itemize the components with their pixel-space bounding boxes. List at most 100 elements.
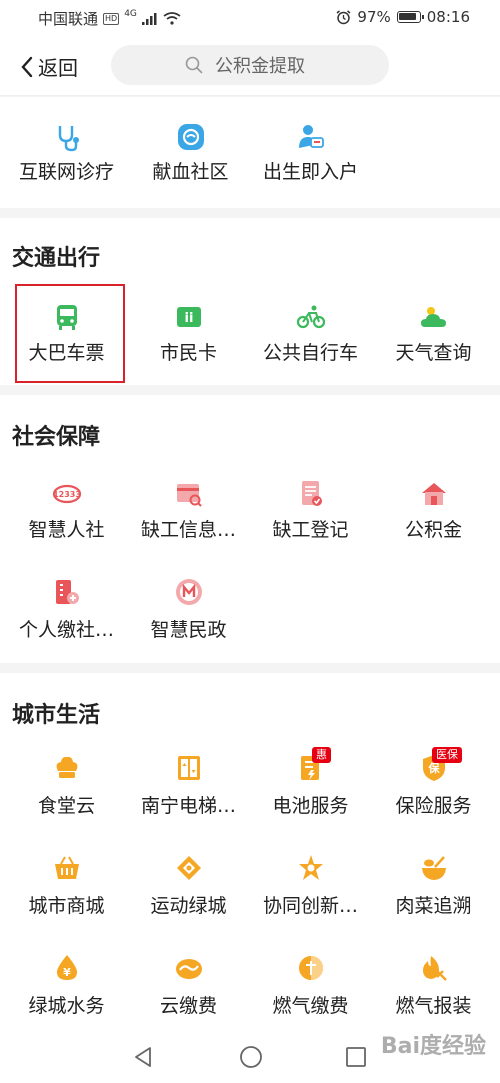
canteen-icon bbox=[56, 756, 77, 778]
citizen-card-icon: ii bbox=[176, 307, 201, 327]
network-type: 4G bbox=[124, 8, 137, 19]
service-item-citizen-card[interactable]: ii 市民卡 bbox=[126, 284, 251, 384]
nav-home-icon[interactable] bbox=[239, 1045, 263, 1069]
search-input[interactable]: 公积金提取 bbox=[111, 45, 389, 85]
bicycle-icon bbox=[296, 305, 325, 329]
cloud-payment-icon bbox=[175, 959, 202, 979]
service-label: 出生即入户 bbox=[262, 161, 358, 183]
city-section: 城市生活 食堂云 南宁电梯… 电池服务 惠 保 保险服务 医保 城市商城 运动绿… bbox=[0, 673, 500, 1034]
back-button[interactable]: 返回 bbox=[20, 52, 78, 81]
service-label: 电池服务 bbox=[272, 795, 349, 817]
sports-icon bbox=[176, 856, 201, 880]
civil-affairs-icon bbox=[175, 579, 202, 605]
service-label: 保险服务 bbox=[395, 795, 472, 817]
signal-icon bbox=[141, 12, 157, 25]
svg-text:¥: ¥ bbox=[63, 966, 71, 979]
service-item-housing-fund[interactable]: 公积金 bbox=[371, 465, 496, 565]
service-item-elevator[interactable]: 南宁电梯… bbox=[126, 743, 251, 843]
elevator-icon bbox=[177, 756, 200, 780]
service-item-city-mall[interactable]: 城市商城 bbox=[4, 843, 129, 943]
watermark: Bai度经验 bbox=[380, 1034, 486, 1059]
highlight-box bbox=[15, 284, 125, 383]
service-item-job-info[interactable]: 缺工信息… bbox=[126, 465, 251, 565]
carrier-label: 中国联通 bbox=[38, 10, 99, 28]
service-label: 缺工信息… bbox=[140, 519, 236, 541]
battery-percent: 97% bbox=[357, 8, 391, 26]
service-item-internet-clinic[interactable]: 互联网诊疗 bbox=[4, 97, 129, 197]
service-item-insurance[interactable]: 保 保险服务 医保 bbox=[371, 743, 496, 843]
job-info-icon bbox=[176, 484, 202, 507]
service-label: 协同创新… bbox=[262, 895, 358, 917]
service-item-weather[interactable]: 天气查询 bbox=[371, 284, 496, 384]
clock: 08:16 bbox=[426, 8, 470, 26]
service-item-innovation[interactable]: 协同创新… bbox=[248, 843, 373, 943]
section-title: 交通出行 bbox=[12, 246, 101, 271]
gas-install-icon bbox=[422, 956, 447, 981]
weather-icon bbox=[420, 307, 446, 327]
water-icon: ¥ bbox=[56, 955, 77, 980]
service-item-personal-insurance[interactable]: 个人缴社… bbox=[4, 565, 129, 665]
service-item-battery-service[interactable]: 电池服务 惠 bbox=[248, 743, 373, 843]
service-label: 运动绿城 bbox=[150, 895, 227, 917]
service-item-civil-affairs[interactable]: 智慧民政 bbox=[126, 565, 251, 665]
service-label: 食堂云 bbox=[37, 795, 95, 817]
service-item-food-trace[interactable]: 肉菜追溯 bbox=[371, 843, 496, 943]
status-left: 中国联通 HD 4G bbox=[38, 8, 181, 29]
wifi-icon bbox=[163, 12, 181, 25]
innovation-icon bbox=[298, 855, 323, 880]
svg-text:12333: 12333 bbox=[53, 490, 81, 499]
service-item-public-bicycle[interactable]: 公共自行车 bbox=[248, 284, 373, 384]
battery-icon bbox=[396, 11, 424, 23]
service-label: 个人缴社… bbox=[18, 619, 114, 641]
service-label: 公共自行车 bbox=[262, 342, 358, 364]
service-label: 城市商城 bbox=[28, 895, 105, 917]
service-label: 缺工登记 bbox=[272, 519, 349, 541]
service-item-newborn[interactable]: 出生即入户 bbox=[248, 97, 373, 197]
social-section: 社会保障 12333 智慧人社 缺工信息… 缺工登记 公积金 个人缴社… 智慧民… bbox=[0, 395, 500, 663]
service-item-water[interactable]: ¥ 绿城水务 bbox=[4, 943, 129, 1043]
service-label: 公积金 bbox=[404, 519, 462, 541]
job-register-icon bbox=[301, 481, 322, 506]
service-item-gas-payment[interactable]: 燃气缴费 bbox=[248, 943, 373, 1043]
header: 返回 公积金提取 bbox=[0, 34, 500, 96]
svg-text:保: 保 bbox=[427, 761, 440, 775]
service-label: 燃气缴费 bbox=[272, 995, 349, 1017]
service-item-blood-donation[interactable]: 献血社区 bbox=[128, 97, 253, 197]
gas-payment-icon bbox=[298, 956, 323, 980]
food-trace-icon bbox=[421, 856, 446, 880]
search-placeholder: 公积金提取 bbox=[215, 56, 305, 77]
service-item-canteen[interactable]: 食堂云 bbox=[4, 743, 129, 843]
search-icon bbox=[185, 56, 203, 74]
smart-hr-icon: 12333 bbox=[52, 484, 81, 504]
discount-badge: 惠 bbox=[312, 747, 331, 763]
service-item-smart-hr[interactable]: 12333 智慧人社 bbox=[4, 465, 129, 565]
nav-recents-icon[interactable] bbox=[345, 1046, 367, 1068]
service-label: 市民卡 bbox=[159, 342, 217, 364]
status-bar: 中国联通 HD 4G 97% 08:16 bbox=[0, 0, 500, 34]
service-item-sports[interactable]: 运动绿城 bbox=[126, 843, 251, 943]
section-title: 城市生活 bbox=[12, 703, 101, 728]
service-item-job-register[interactable]: 缺工登记 bbox=[248, 465, 373, 565]
service-label: 献血社区 bbox=[152, 161, 229, 183]
blood-donation-icon bbox=[177, 124, 204, 150]
hd-badge: HD bbox=[103, 12, 120, 25]
svg-text:ii: ii bbox=[184, 311, 193, 326]
service-label: 南宁电梯… bbox=[140, 795, 236, 817]
back-label: 返回 bbox=[38, 56, 78, 80]
alarm-icon bbox=[336, 9, 351, 24]
health-section: 互联网诊疗 献血社区 出生即入户 bbox=[0, 97, 500, 208]
stethoscope-icon bbox=[58, 126, 79, 152]
service-label: 云缴费 bbox=[159, 995, 217, 1017]
service-label: 智慧民政 bbox=[150, 619, 227, 641]
nav-back-icon[interactable] bbox=[132, 1046, 154, 1068]
service-label: 燃气报装 bbox=[395, 995, 472, 1017]
medical-insurance-badge: 医保 bbox=[432, 747, 462, 763]
housing-fund-icon bbox=[421, 483, 446, 505]
personal-insurance-icon bbox=[55, 580, 79, 604]
status-right: 97% 08:16 bbox=[336, 8, 470, 26]
section-title: 社会保障 bbox=[12, 425, 101, 450]
chevron-left-icon bbox=[21, 56, 33, 77]
newborn-icon bbox=[298, 125, 324, 148]
service-label: 互联网诊疗 bbox=[18, 161, 114, 183]
service-item-cloud-payment[interactable]: 云缴费 bbox=[126, 943, 251, 1043]
